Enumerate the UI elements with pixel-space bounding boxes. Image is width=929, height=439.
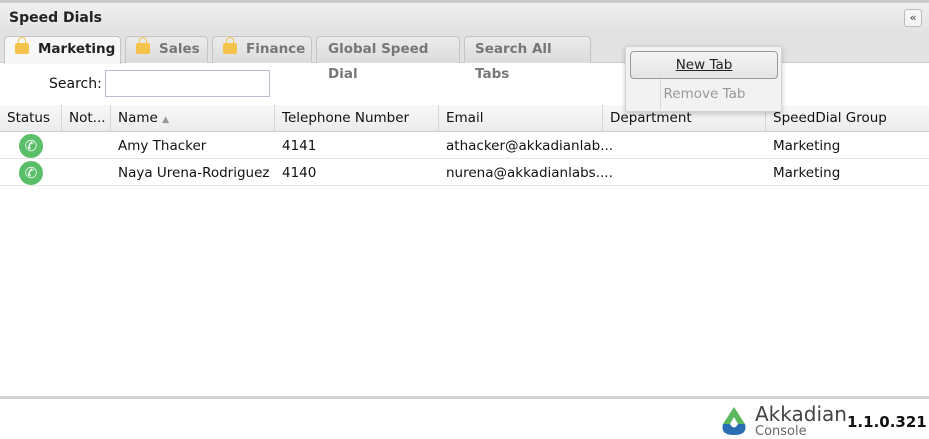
lock-icon xyxy=(223,37,237,54)
cell-name: Amy Thacker xyxy=(118,138,207,154)
cell-email: nurena@akkadianlabs.... xyxy=(446,165,613,181)
column-email[interactable]: Email xyxy=(439,105,603,132)
tab-global-speed-dial[interactable]: Global Speed Dial xyxy=(316,36,460,82)
phone-status-icon[interactable]: ✆ xyxy=(19,161,43,185)
table-row[interactable]: ✆ Naya Urena-Rodriguez 4140 nurena@akkad… xyxy=(0,160,929,186)
tab-label: Search All Tabs xyxy=(475,41,552,82)
lock-icon xyxy=(136,37,150,54)
column-status[interactable]: Status xyxy=(0,105,62,132)
tab-marketing[interactable]: Marketing xyxy=(4,36,121,64)
menu-item-new-tab[interactable]: New Tab xyxy=(630,51,778,79)
column-label: Name xyxy=(118,110,158,126)
tab-label: Finance xyxy=(246,41,306,57)
column-telephone[interactable]: Telephone Number xyxy=(275,105,439,132)
cell-name: Naya Urena-Rodriguez xyxy=(118,165,270,181)
panel-title: Speed Dials xyxy=(9,10,102,26)
cell-group: Marketing xyxy=(773,138,841,154)
footer-divider xyxy=(0,396,929,399)
brand-name: Akkadian xyxy=(755,402,847,426)
table-row[interactable]: ✆ Amy Thacker 4141 athacker@akkadianlab.… xyxy=(0,133,929,159)
cell-phone: 4141 xyxy=(282,138,317,154)
version-label: 1.1.0.321 xyxy=(847,413,927,431)
tab-search-all-tabs[interactable]: Search All Tabs xyxy=(464,36,591,82)
column-speeddial-group[interactable]: SpeedDial Group xyxy=(766,105,929,132)
sort-asc-icon: ▲ xyxy=(162,115,170,125)
tab-context-menu: New Tab Remove Tab xyxy=(625,46,782,112)
lock-icon xyxy=(15,37,29,54)
collapse-icon[interactable]: « xyxy=(904,9,922,27)
search-label: Search: xyxy=(49,76,102,92)
column-name[interactable]: Name ▲ xyxy=(111,105,275,132)
grid-header: Status Not... Name ▲ Telephone Number Em… xyxy=(0,105,929,132)
product-name: Console xyxy=(755,424,807,439)
cell-group: Marketing xyxy=(773,165,841,181)
phone-status-icon[interactable]: ✆ xyxy=(19,134,43,158)
menu-item-remove-tab[interactable]: Remove Tab xyxy=(626,81,783,109)
column-notes[interactable]: Not... xyxy=(62,105,111,132)
panel-header: Speed Dials « xyxy=(0,3,929,33)
tab-sales[interactable]: Sales xyxy=(125,36,208,63)
cell-email: athacker@akkadianlab... xyxy=(446,138,614,154)
cell-phone: 4140 xyxy=(282,165,317,181)
search-input[interactable] xyxy=(105,70,270,97)
tab-finance[interactable]: Finance xyxy=(212,36,312,63)
tab-label: Sales xyxy=(159,41,200,57)
akkadian-logo-icon xyxy=(722,407,746,435)
tab-bar: Marketing Sales Finance Global Speed Dia… xyxy=(0,33,929,82)
tab-label: Global Speed Dial xyxy=(328,41,429,82)
tab-label: Marketing xyxy=(38,41,116,57)
